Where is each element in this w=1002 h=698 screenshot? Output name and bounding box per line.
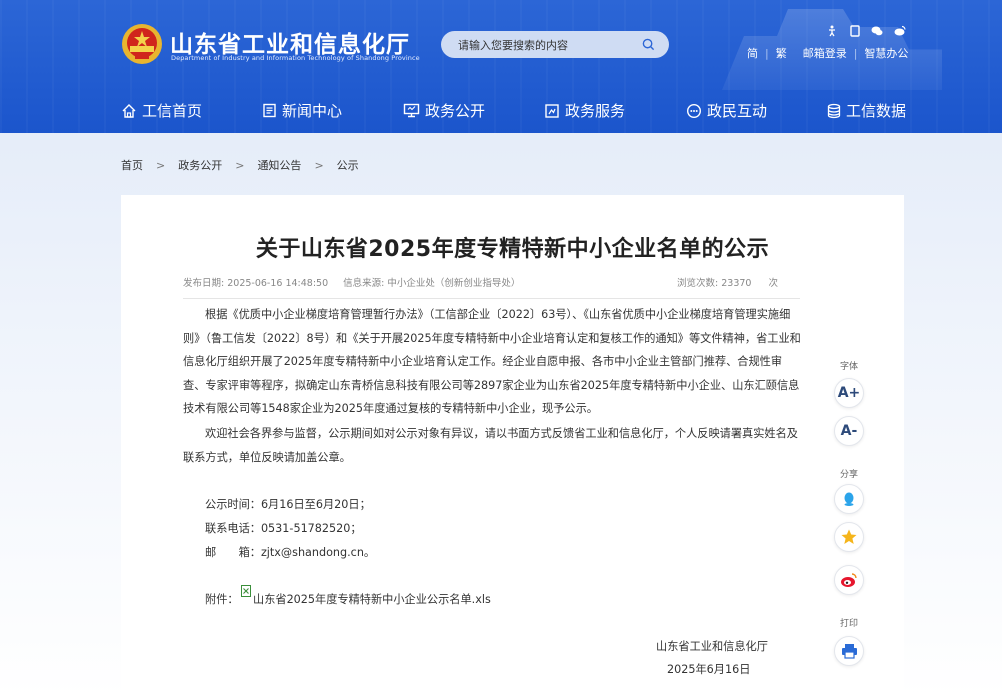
meta-divider [183,298,800,299]
share-qq-button[interactable] [834,484,864,514]
mobile-icon[interactable] [849,25,861,37]
top-links: 简 | 繁 邮箱登录 | 智慧办公 [747,45,908,61]
publish-date: 2025-06-16 14:48:50 [227,278,329,289]
accessibility-icon[interactable] [826,25,838,37]
wechat-icon[interactable] [871,25,883,37]
search-box[interactable]: 请输入您要搜索的内容 [441,31,669,58]
font-increase-button[interactable]: A+ [834,378,864,408]
print-label: 打印 [840,619,859,629]
breadcrumb-separator: > [235,159,245,172]
nav-item-gov-affairs[interactable]: 政务公开 [403,100,485,121]
smart-office-link[interactable]: 智慧办公 [864,45,908,61]
publish-date-label: 发布日期: [183,278,225,289]
nav-label: 新闻中心 [282,102,343,120]
views-label: 浏览次数: [677,278,719,289]
nav-item-gov-service[interactable]: 政务服务 [544,100,625,121]
views-value: 23370 [721,278,752,289]
nav-label: 政务服务 [565,102,626,120]
monitor-icon [403,103,420,118]
news-icon [263,103,276,118]
source: 中小企业处（创新创业指导处） [387,278,521,289]
divider: | [853,47,858,60]
site-subtitle: Department of Industry and Information T… [171,54,420,62]
excel-file-icon [241,585,251,597]
interaction-icon [686,103,702,118]
nav-item-interaction[interactable]: 政民互动 [686,100,767,121]
database-icon [827,103,841,118]
breadcrumb-public-notice[interactable]: 公示 [337,159,359,172]
contact-email: 邮 箱：zjtx@shandong.cn。 [205,546,376,559]
font-decrease-button[interactable]: A- [834,416,864,446]
print-button[interactable] [834,636,864,666]
search-input[interactable]: 请输入您要搜索的内容 [458,37,568,53]
attachment-label: 附件： [205,593,239,606]
national-emblem-icon [122,24,162,64]
sign-organization: 山东省工业和信息化厅 [656,640,768,653]
attachment-link[interactable]: 山东省2025年度专精特新中小企业公示名单.xls [253,591,491,607]
breadcrumb-separator: > [314,159,324,172]
top-icon-bar [826,25,906,39]
article-paragraph-2: 欢迎社会各界参与监督，公示期间如对公示对象有异议，请以书面方式反馈省工业和信息化… [183,427,798,464]
breadcrumb-home[interactable]: 首页 [121,159,143,172]
search-icon[interactable] [642,38,655,51]
font-label: 字体 [840,362,859,372]
divider: | [765,47,769,60]
article-card: 关于山东省2025年度专精特新中小企业名单的公示 发布日期: 2025-06-1… [121,195,904,698]
breadcrumb: 首页 > 政务公开 > 通知公告 > 公示 [121,157,359,173]
mail-login-link[interactable]: 邮箱登录 [803,45,847,61]
breadcrumb-separator: > [156,159,166,172]
qzone-star-icon [841,529,857,544]
home-icon [122,103,136,118]
share-weibo-button[interactable] [834,565,864,595]
article-meta: 发布日期: 2025-06-16 14:48:50 信息来源: 中小企业处（创新… [183,275,520,289]
nav-label: 政务公开 [425,102,486,120]
simplified-link[interactable]: 简 [747,45,758,61]
breadcrumb-gov-affairs[interactable]: 政务公开 [178,159,222,172]
font-decrease-label: A- [840,423,858,439]
views-unit: 次 [768,278,779,289]
printer-icon [841,644,857,659]
share-label: 分享 [840,470,859,480]
sign-date: 2025年6月16日 [667,663,751,676]
site-header: 山东省工业和信息化厅 Department of Industry and In… [0,0,1002,133]
article-title: 关于山东省2025年度专精特新中小企业名单的公示 [255,237,770,262]
nav-label: 工信首页 [142,102,203,120]
view-count: 浏览次数: 23370 次 [677,275,778,289]
nav-label: 工信数据 [846,102,907,120]
traditional-link[interactable]: 繁 [776,45,787,61]
article-paragraph-1: 根据《优质中小企业梯度培育管理暂行办法》（工信部企业〔2022〕63号）、《山东… [183,308,801,415]
weibo-icon [841,573,857,587]
contact-phone: 联系电话：0531-51782520； [205,522,362,535]
font-increase-label: A+ [837,385,861,401]
nav-item-home[interactable]: 工信首页 [121,100,202,121]
notice-period: 公示时间：6月16日至6月20日； [205,498,371,511]
nav-item-data[interactable]: 工信数据 [827,100,906,121]
source-label: 信息来源: [343,278,385,289]
breadcrumb-notices[interactable]: 通知公告 [257,159,301,172]
nav-label: 政民互动 [707,102,768,120]
service-icon [545,103,559,118]
weibo-icon[interactable] [894,25,906,37]
nav-item-news[interactable]: 新闻中心 [262,100,342,121]
qq-icon [844,492,854,506]
share-qzone-button[interactable] [834,522,864,552]
